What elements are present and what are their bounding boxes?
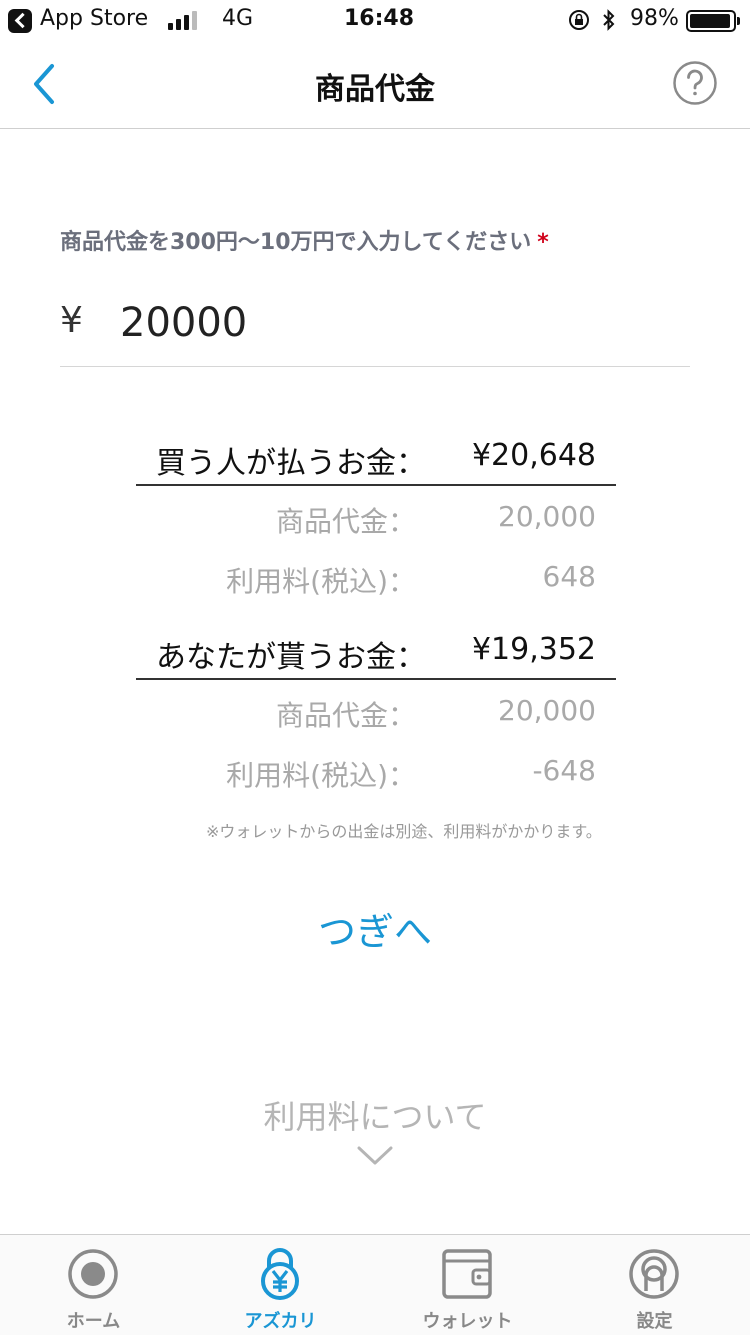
amount-field: ¥ [60,296,690,367]
amount-input[interactable] [120,296,680,350]
seller-total-label: あなたが貰うお金： [156,640,426,675]
seller-total-value: ¥19,352 [471,632,596,667]
tab-home-label: ホーム [66,1311,121,1332]
tab-home[interactable]: ホーム [0,1235,187,1335]
tab-wallet-label: ウォレット [422,1311,513,1332]
buyer-total-label: 買う人が払うお金： [156,446,426,481]
seller-price-value: 20,000 [498,694,596,727]
buyer-fee-value: 648 [542,560,596,593]
amount-prompt: 商品代金を300円〜10万円で入力してください * [60,224,549,256]
chevron-down-icon[interactable] [356,1144,394,1168]
signal-icon [168,10,202,30]
settings-icon [629,1249,679,1299]
wallet-icon [442,1249,492,1299]
required-mark: * [537,230,549,255]
seller-total-row: あなたが貰うお金： ¥19,352 [136,628,616,680]
buyer-fee-label: 利用料(税込)： [226,565,416,598]
buyer-price-label: 商品代金： [275,505,416,538]
battery-icon [686,10,740,32]
seller-fee-label: 利用料(税込)： [226,759,416,792]
tab-settings[interactable]: 設定 [561,1235,748,1335]
bluetooth-icon [603,9,615,31]
lock-yen-icon [261,1248,299,1300]
tab-wallet[interactable]: ウォレット [374,1235,561,1335]
clock: 16:48 [344,6,415,31]
buyer-price-row: 商品代金： 20,000 [136,500,616,540]
tab-azukari[interactable]: アズカリ [187,1235,374,1335]
withdrawal-fee-note: ※ウォレットからの出金は別途、利用料がかかります。 [206,822,602,841]
back-app-label[interactable]: App Store [40,6,148,31]
tab-settings-label: 設定 [636,1311,673,1332]
buyer-total-value: ¥20,648 [471,438,596,473]
buyer-price-value: 20,000 [498,500,596,533]
seller-price-label: 商品代金： [275,699,416,732]
tab-bar: ホーム アズカリ ウォレット 設定 [0,1234,750,1335]
seller-fee-row: 利用料(税込)： -648 [136,754,616,794]
rotation-lock-icon [569,10,589,30]
seller-fee-value: -648 [532,754,596,787]
network-label: 4G [222,6,254,31]
currency-symbol: ¥ [60,300,83,341]
tab-azukari-label: アズカリ [244,1311,317,1332]
page-title: 商品代金 [315,72,435,107]
fee-info-link[interactable]: 利用料について [0,1092,750,1138]
back-to-app-icon[interactable] [8,9,32,33]
buyer-fee-row: 利用料(税込)： 648 [136,560,616,600]
status-bar: App Store 4G 16:48 98% [0,0,750,40]
seller-price-row: 商品代金： 20,000 [136,694,616,734]
amount-prompt-text: 商品代金を300円〜10万円で入力してください [60,230,532,255]
navigation-bar: 商品代金 [0,40,750,129]
battery-percent: 98% [630,6,679,31]
help-icon[interactable] [672,60,718,106]
buyer-total-row: 買う人が払うお金： ¥20,648 [136,434,616,486]
next-button[interactable]: つぎへ [275,900,475,964]
home-record-icon [68,1249,118,1299]
